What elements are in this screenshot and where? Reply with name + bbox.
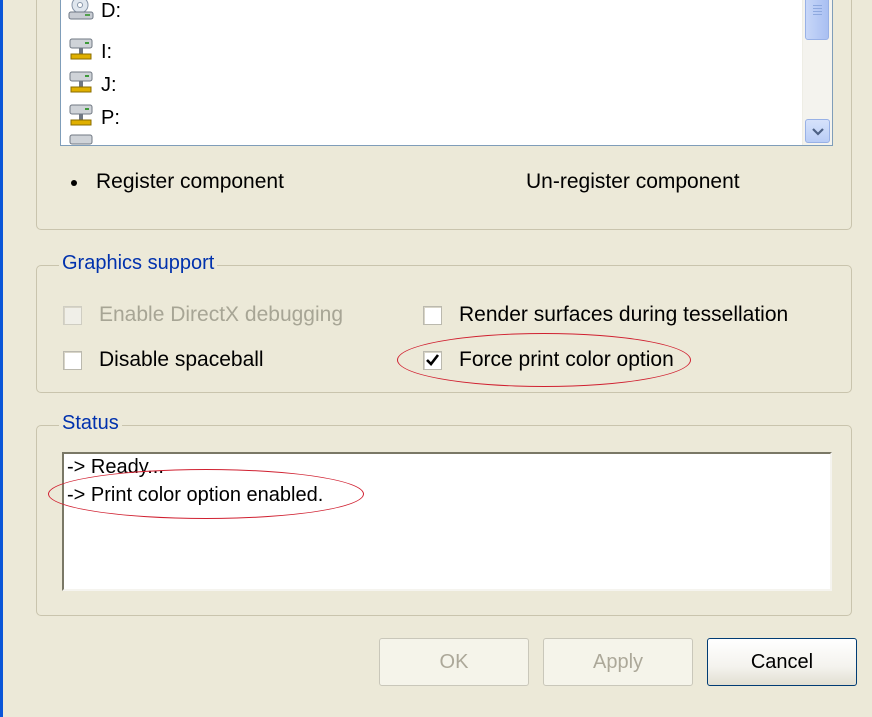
list-item[interactable]: I: [67,38,112,66]
drive-list[interactable]: D: I: J: P: [60,0,833,146]
register-component-radio[interactable]: Register component [66,170,284,194]
window-edge [0,0,3,717]
radio-selected-icon [66,174,81,190]
cd-drive-icon [67,0,97,27]
list-scrollbar[interactable] [802,0,832,145]
cancel-button[interactable]: Cancel [707,638,857,686]
force-print-color-label: Force print color option [459,348,674,371]
radio-unselected-icon [496,174,511,190]
status-log[interactable]: -> Ready... -> Print color option enable… [62,452,832,591]
disable-spaceball-label: Disable spaceball [99,348,264,371]
render-surfaces-checkbox[interactable]: Render surfaces during tessellation [423,303,788,327]
drive-label: J: [101,73,117,96]
render-surfaces-label: Render surfaces during tessellation [459,303,789,326]
scrollbar-thumb[interactable] [805,0,829,40]
checkbox-icon [63,305,82,325]
network-drive-icon [67,36,97,68]
force-print-color-checkbox[interactable]: Force print color option [423,348,674,372]
unregister-component-radio[interactable]: Un-register component [496,170,740,194]
graphics-support-group: Graphics support [36,252,852,393]
scroll-down-button[interactable] [805,119,830,143]
ok-button[interactable]: OK [379,638,529,686]
list-item[interactable]: J: [67,71,117,99]
status-line: -> Ready... [67,456,164,478]
status-line: -> Print color option enabled. [67,484,324,506]
enable-directx-debugging-checkbox[interactable]: Enable DirectX debugging [63,303,343,327]
list-item[interactable]: D: [67,0,121,25]
checkbox-icon [63,350,82,370]
chevron-down-icon [811,119,824,143]
checkbox-icon [423,305,442,325]
network-drive-icon [67,102,97,134]
unregister-component-label: Un-register component [526,170,740,193]
list-item-partial[interactable] [67,132,97,145]
list-item[interactable]: P: [67,104,120,132]
checkmark-icon [423,350,442,370]
graphics-support-legend: Graphics support [59,252,218,275]
status-legend: Status [59,412,122,435]
drive-label: I: [101,40,113,63]
register-component-label: Register component [96,170,284,193]
enable-directx-debugging-label: Enable DirectX debugging [99,303,344,326]
drive-label: D: [101,0,121,22]
network-drive-icon [67,69,97,101]
drive-label: P: [101,106,120,129]
apply-button[interactable]: Apply [543,638,693,686]
network-drive-icon [67,132,97,145]
disable-spaceball-checkbox[interactable]: Disable spaceball [63,348,264,372]
